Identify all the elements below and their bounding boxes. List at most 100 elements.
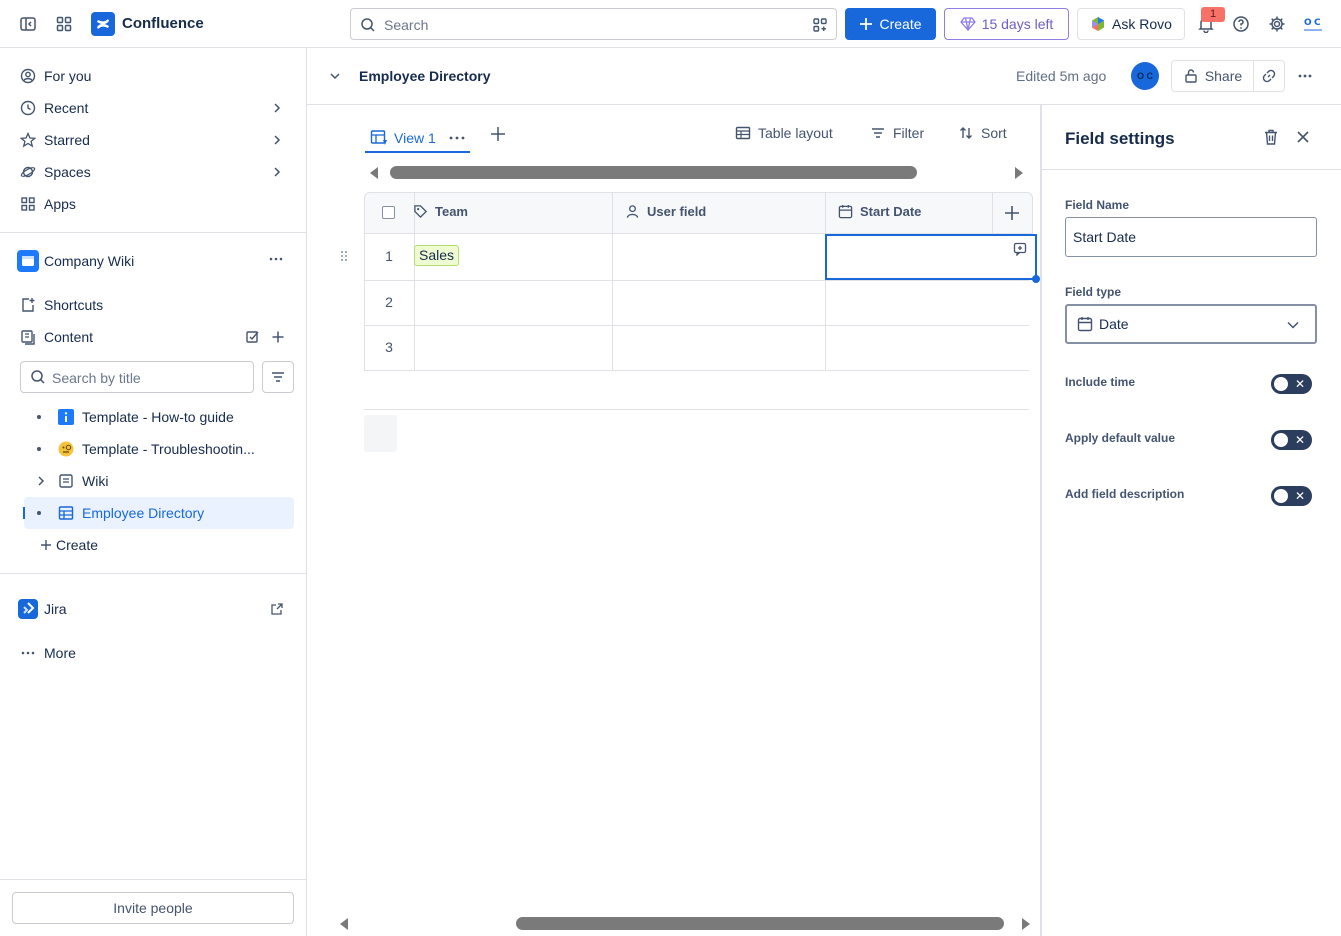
- chevron-down-icon[interactable]: [328, 69, 342, 83]
- column-header-team[interactable]: Team: [413, 204, 468, 219]
- column-header-user-field[interactable]: User field: [625, 204, 706, 219]
- row-drag-handle-icon[interactable]: [340, 250, 348, 262]
- include-time-toggle[interactable]: ✕: [1271, 374, 1312, 394]
- row-number[interactable]: 2: [364, 294, 414, 310]
- help-icon[interactable]: [1227, 10, 1255, 38]
- global-search-input[interactable]: Search: [350, 8, 837, 40]
- more-actions-icon[interactable]: [1297, 68, 1313, 84]
- field-name-label: Field Name: [1065, 198, 1130, 212]
- tab-view-1[interactable]: View 1: [370, 123, 466, 153]
- sidebar-item-more[interactable]: More: [12, 637, 294, 669]
- add-column-plus-icon[interactable]: [1003, 204, 1021, 222]
- cell-fill-handle[interactable]: [1032, 275, 1040, 283]
- sidebar-item-spaces[interactable]: Spaces: [12, 156, 294, 188]
- sidebar: For you Recent Starred Spaces Apps Compa…: [0, 48, 307, 936]
- filter-icon: [872, 128, 884, 138]
- more-options-icon[interactable]: [448, 129, 466, 147]
- filter-label: Filter: [893, 125, 925, 141]
- sidebar-item-apps[interactable]: Apps: [12, 188, 294, 220]
- edited-timestamp[interactable]: Edited 5m ago: [1016, 68, 1106, 84]
- tree-item-employee-directory[interactable]: Employee Directory: [24, 497, 294, 529]
- copy-link-button[interactable]: [1253, 60, 1285, 92]
- unlock-icon: [1185, 69, 1197, 83]
- sort-button[interactable]: Sort: [958, 123, 1007, 143]
- search-by-title-input[interactable]: Search by title: [20, 361, 254, 393]
- apply-default-value-toggle[interactable]: ✕: [1271, 430, 1312, 450]
- scroll-left-arrow-icon[interactable]: [337, 916, 351, 932]
- close-icon[interactable]: [1294, 128, 1312, 146]
- create-button[interactable]: Create: [845, 8, 936, 40]
- field-name-input[interactable]: Start Date: [1065, 217, 1317, 257]
- add-view-plus-icon[interactable]: [489, 125, 507, 143]
- settings-gear-icon[interactable]: [1263, 10, 1291, 38]
- scroll-right-arrow-icon[interactable]: [1019, 916, 1033, 932]
- column-separator[interactable]: [612, 192, 613, 371]
- search-filter-icon[interactable]: [812, 17, 828, 33]
- info-page-icon: [58, 409, 74, 425]
- app-name[interactable]: Confluence: [122, 15, 204, 32]
- create-button-label: Create: [879, 16, 922, 32]
- add-field-description-toggle[interactable]: ✕: [1271, 486, 1312, 506]
- ask-rovo-label: Ask Rovo: [1112, 16, 1172, 32]
- sidebar-item-shortcuts[interactable]: Shortcuts: [12, 289, 294, 321]
- column-header-start-date[interactable]: Start Date: [838, 204, 921, 219]
- content-check-icon[interactable]: [245, 329, 261, 345]
- share-button[interactable]: Share: [1171, 60, 1254, 92]
- table-layout-button[interactable]: Table layout: [735, 123, 833, 143]
- tree-item-label: Template - Troubleshootin...: [82, 441, 255, 457]
- invite-people-button[interactable]: Invite people: [12, 892, 294, 924]
- active-tab-underline: [365, 151, 470, 153]
- row-divider: [364, 325, 1029, 326]
- sidebar-create-button[interactable]: Create: [12, 529, 294, 561]
- database-table-icon: [58, 506, 74, 520]
- select-all-checkbox[interactable]: [382, 206, 395, 219]
- horizontal-scrollbar-thumb[interactable]: [390, 166, 917, 179]
- profile-avatar-icon[interactable]: OC: [1299, 10, 1327, 38]
- chevron-right-icon[interactable]: [34, 474, 48, 488]
- row-number[interactable]: 1: [364, 248, 414, 264]
- shortcut-icon: [12, 297, 44, 313]
- column-header-label: User field: [647, 204, 707, 219]
- space-name: Company Wiki: [44, 253, 135, 269]
- scroll-right-arrow-icon[interactable]: [1012, 165, 1026, 181]
- external-link-icon[interactable]: [270, 602, 284, 616]
- include-time-label: Include time: [1065, 375, 1136, 389]
- bullet: [37, 511, 41, 515]
- team-tag-sales[interactable]: Sales: [414, 245, 460, 266]
- sidebar-toggle-icon[interactable]: [14, 10, 42, 38]
- tree-item-wiki[interactable]: Wiki: [24, 465, 294, 497]
- search-icon: [31, 370, 45, 384]
- sidebar-item-for-you[interactable]: For you: [12, 60, 294, 92]
- bottom-scrollbar-thumb[interactable]: [516, 917, 1004, 930]
- rovo-icon: [1092, 17, 1105, 31]
- tree-item-troubleshooting[interactable]: Template - Troubleshootin...: [24, 433, 294, 465]
- selected-cell-start-date[interactable]: [825, 234, 1037, 280]
- field-type-select[interactable]: Date: [1065, 304, 1317, 344]
- ask-rovo-button[interactable]: Ask Rovo: [1077, 8, 1185, 40]
- sidebar-item-jira[interactable]: Jira: [12, 593, 294, 625]
- chevron-right-icon: [270, 101, 284, 115]
- space-header-company-wiki[interactable]: Company Wiki: [12, 245, 294, 277]
- row-number[interactable]: 3: [364, 339, 414, 355]
- gem-icon: [959, 17, 976, 31]
- sidebar-item-starred[interactable]: Starred: [12, 124, 294, 156]
- add-comment-icon[interactable]: [1009, 238, 1031, 260]
- collaborator-avatar[interactable]: O C: [1131, 62, 1159, 90]
- tree-item-how-to-guide[interactable]: Template - How-to guide: [24, 401, 294, 433]
- filter-button[interactable]: Filter: [870, 123, 924, 143]
- sidebar-item-label: More: [44, 645, 76, 661]
- apply-default-value-label: Apply default value: [1065, 431, 1176, 445]
- table-layout-icon: [735, 126, 751, 140]
- column-separator: [992, 192, 993, 234]
- filter-button[interactable]: [262, 361, 294, 393]
- trial-button[interactable]: 15 days left: [944, 8, 1069, 40]
- scroll-left-arrow-icon[interactable]: [367, 165, 381, 181]
- delete-trash-icon[interactable]: [1262, 128, 1280, 146]
- more-dots-icon: [12, 645, 44, 661]
- confluence-logo-icon[interactable]: [91, 12, 115, 36]
- column-separator[interactable]: [825, 192, 826, 371]
- more-options-icon[interactable]: [268, 251, 284, 267]
- sidebar-item-recent[interactable]: Recent: [12, 92, 294, 124]
- app-switcher-icon[interactable]: [50, 10, 78, 38]
- add-content-plus-icon[interactable]: [270, 329, 286, 345]
